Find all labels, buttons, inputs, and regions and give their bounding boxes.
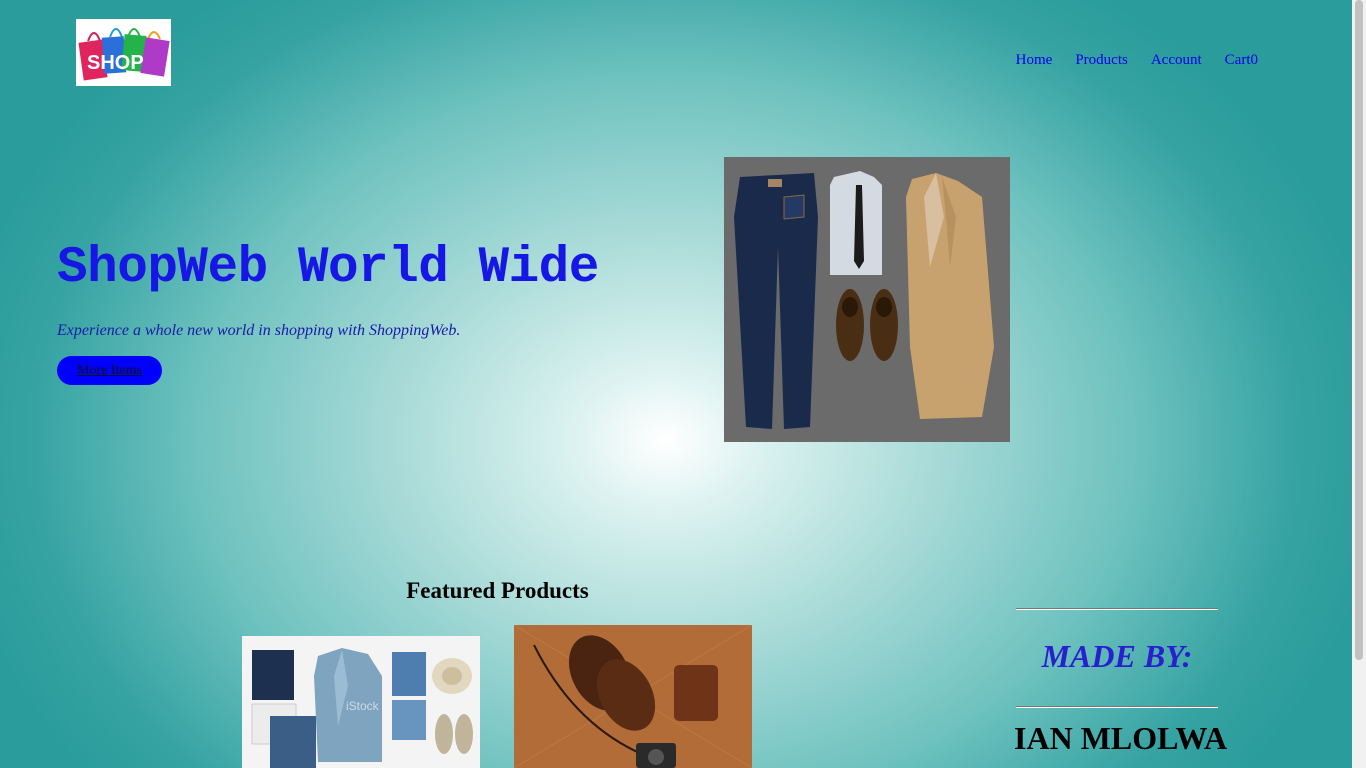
- shopping-bags-logo-icon: SHOP: [78, 28, 170, 81]
- author-name: IAN MLOLWA: [1014, 720, 1228, 756]
- product-watermark: iStock: [346, 699, 380, 713]
- logo-text: SHOP: [87, 52, 144, 74]
- shop-logo[interactable]: SHOP: [76, 19, 171, 86]
- leather-goods-image: [514, 625, 752, 768]
- nav-products-link[interactable]: Products: [1075, 52, 1128, 69]
- nav-home-link[interactable]: Home: [1016, 52, 1053, 69]
- nav-cart-link[interactable]: Cart0: [1225, 52, 1258, 69]
- credits-divider-top: [1016, 608, 1218, 610]
- scrollbar-thumb[interactable]: [1355, 0, 1363, 660]
- clothing-flatlay-image: iStock: [242, 636, 480, 768]
- page-scrollbar[interactable]: [1352, 0, 1366, 768]
- hero-title: ShopWeb World Wide: [57, 240, 599, 297]
- credits-divider-bottom: [1016, 706, 1218, 708]
- featured-product-image-2[interactable]: [514, 625, 752, 768]
- outfit-flatlay-image: [724, 157, 1010, 442]
- more-items-button[interactable]: More Items: [57, 356, 162, 385]
- featured-products-heading: Featured Products: [406, 578, 589, 603]
- hero-subtitle: Experience a whole new world in shopping…: [57, 322, 461, 339]
- hero-outfit-image: [724, 157, 1010, 442]
- nav-account-link[interactable]: Account: [1151, 52, 1202, 69]
- made-by-label: MADE BY:: [1041, 638, 1193, 674]
- main-nav: Home Products Account Cart0: [1016, 52, 1258, 69]
- featured-product-image-1[interactable]: iStock: [242, 636, 480, 768]
